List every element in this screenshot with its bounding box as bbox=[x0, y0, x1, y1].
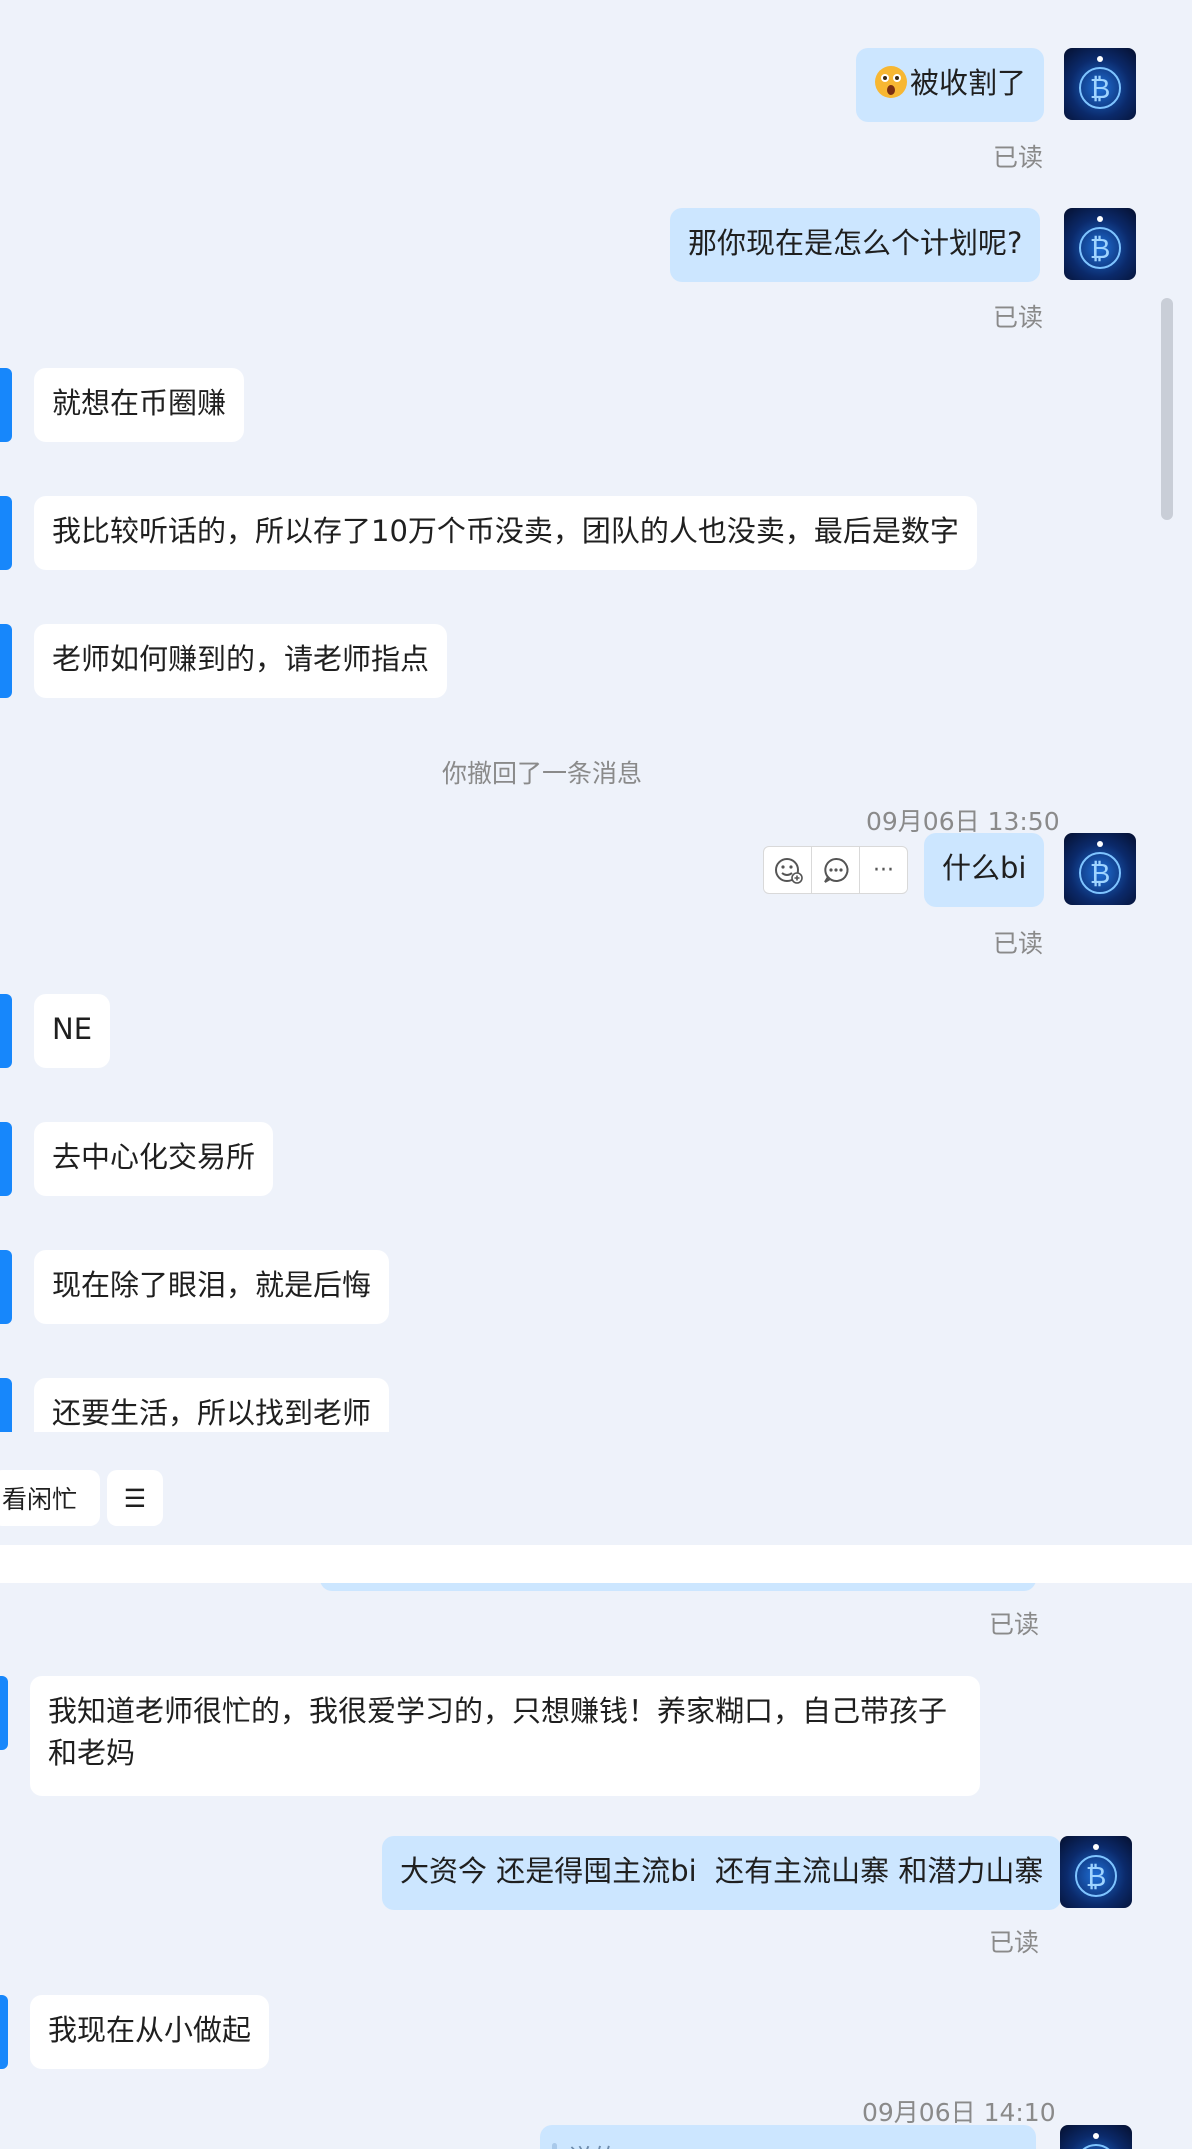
quick-reply-chip[interactable]: 看闲忙 bbox=[0, 1470, 100, 1526]
emoji-add-icon[interactable] bbox=[764, 847, 812, 893]
message-bubble-incoming[interactable]: NE bbox=[34, 994, 111, 1068]
message-bubble-incoming[interactable]: 老师如何赚到的，请老师指点 bbox=[34, 624, 448, 698]
sender-avatar-edge[interactable] bbox=[0, 1995, 8, 2069]
message-text: 我知道老师很忙的，我很爱学习的，只想赚钱！养家糊口，自己带孩子和老妈 bbox=[48, 1694, 948, 1770]
more-icon[interactable]: ··· bbox=[860, 847, 907, 893]
screenshot-divider bbox=[0, 1545, 1192, 1583]
svg-text:₿: ₿ bbox=[1090, 72, 1111, 105]
message-timestamp: 09月06日 14:10 bbox=[862, 2098, 1056, 2127]
sender-avatar-edge[interactable] bbox=[0, 1250, 12, 1324]
message-text: 我比较听话的，所以存了10万个币没卖，团队的人也没卖，最后是数字 bbox=[52, 514, 959, 548]
svg-text:₿: ₿ bbox=[1090, 232, 1111, 265]
message-bubble-incoming[interactable]: 还要生活，所以找到老师 bbox=[34, 1378, 390, 1432]
sender-avatar-edge[interactable] bbox=[0, 1676, 8, 1750]
clip-region: 还要生活，所以找到老师 bbox=[0, 1378, 1192, 1432]
read-receipt: 已读 bbox=[989, 1610, 1040, 1639]
sender-avatar-edge[interactable] bbox=[0, 368, 12, 442]
avatar[interactable]: ₿ bbox=[1060, 1836, 1132, 1908]
message-text: 就想在币圈赚 bbox=[52, 386, 227, 420]
scrollbar-thumb[interactable] bbox=[1161, 298, 1173, 520]
quoted-reply-bubble[interactable]: 说的 bbox=[540, 2125, 1036, 2149]
message-bubble-outgoing-partial[interactable] bbox=[320, 1583, 1036, 1591]
message-bubble-outgoing[interactable]: 被收割了 bbox=[856, 48, 1045, 122]
message-text: 去中心化交易所 bbox=[52, 1140, 256, 1174]
astonished-face-icon bbox=[874, 65, 908, 99]
message-text: 现在除了眼泪，就是后悔 bbox=[52, 1268, 372, 1302]
message-text: 那你现在是怎么个计划呢? bbox=[688, 226, 1023, 260]
chat-history-bottom[interactable]: 已读 我知道老师很忙的，我很爱学习的，只想赚钱！养家糊口，自己带孩子和老妈 大资… bbox=[0, 1583, 1192, 2149]
menu-button[interactable]: ☰ bbox=[107, 1470, 163, 1526]
message-text: 老师如何赚到的，请老师指点 bbox=[52, 642, 430, 676]
message-bubble-incoming[interactable]: 去中心化交易所 bbox=[34, 1122, 274, 1196]
sender-avatar-edge[interactable] bbox=[0, 994, 12, 1068]
message-bubble-incoming[interactable]: 我比较听话的，所以存了10万个币没卖，团队的人也没卖，最后是数字 bbox=[34, 496, 977, 570]
message-bubble-outgoing[interactable]: 什么bi bbox=[924, 833, 1045, 907]
message-bubble-incoming[interactable]: 我知道老师很忙的，我很爱学习的，只想赚钱！养家糊口，自己带孩子和老妈 bbox=[30, 1676, 980, 1796]
sender-avatar-edge[interactable] bbox=[0, 496, 12, 570]
comment-icon[interactable] bbox=[812, 847, 860, 893]
sender-avatar-edge[interactable] bbox=[0, 1122, 12, 1196]
read-receipt: 已读 bbox=[993, 143, 1044, 172]
sender-avatar-edge[interactable] bbox=[0, 1378, 12, 1432]
avatar[interactable]: ₿ bbox=[1064, 833, 1136, 905]
read-receipt: 已读 bbox=[993, 303, 1044, 332]
svg-text:₿: ₿ bbox=[1086, 1860, 1107, 1893]
menu-icon: ☰ bbox=[123, 1483, 147, 1513]
avatar[interactable]: ₿ bbox=[1064, 208, 1136, 280]
message-bubble-outgoing[interactable]: 大资今 还是得囤主流bi 还有主流山寨 和潜力山寨 bbox=[382, 1836, 1062, 1910]
read-receipt: 已读 bbox=[989, 1928, 1040, 1957]
message-text: 被收割了 bbox=[910, 66, 1027, 100]
read-receipt: 已读 bbox=[993, 929, 1044, 958]
quote-marker bbox=[552, 2143, 557, 2149]
message-text: 什么bi bbox=[942, 851, 1027, 885]
quoted-text: 说的 bbox=[568, 2139, 618, 2149]
svg-text:₿: ₿ bbox=[1090, 857, 1111, 890]
avatar[interactable]: ₿ bbox=[1064, 48, 1136, 120]
recall-notice: 你撤回了一条消息 bbox=[442, 759, 643, 788]
message-text: 还要生活，所以找到老师 bbox=[52, 1396, 372, 1430]
sender-avatar-edge[interactable] bbox=[0, 624, 12, 698]
message-bubble-incoming[interactable]: 我现在从小做起 bbox=[30, 1995, 270, 2069]
message-bubble-incoming[interactable]: 就想在币圈赚 bbox=[34, 368, 245, 442]
message-text: 我现在从小做起 bbox=[48, 2013, 252, 2047]
message-text: NE bbox=[52, 1012, 93, 1046]
message-text: 大资今 还是得囤主流bi 还有主流山寨 和潜力山寨 bbox=[400, 1854, 1044, 1888]
avatar[interactable]: ₿ bbox=[1060, 2125, 1132, 2149]
chip-label: 看闲忙 bbox=[2, 1485, 78, 1514]
message-bubble-incoming[interactable]: 现在除了眼泪，就是后悔 bbox=[34, 1250, 390, 1324]
message-bubble-outgoing[interactable]: 那你现在是怎么个计划呢? bbox=[670, 208, 1041, 282]
message-hover-toolbar: ··· bbox=[763, 846, 908, 894]
chat-history-top[interactable]: 被收割了 ₿ 已读 那你现在是怎么个计划呢? ₿ 已读 就想在币圈赚 我比较听话… bbox=[0, 0, 1192, 1545]
